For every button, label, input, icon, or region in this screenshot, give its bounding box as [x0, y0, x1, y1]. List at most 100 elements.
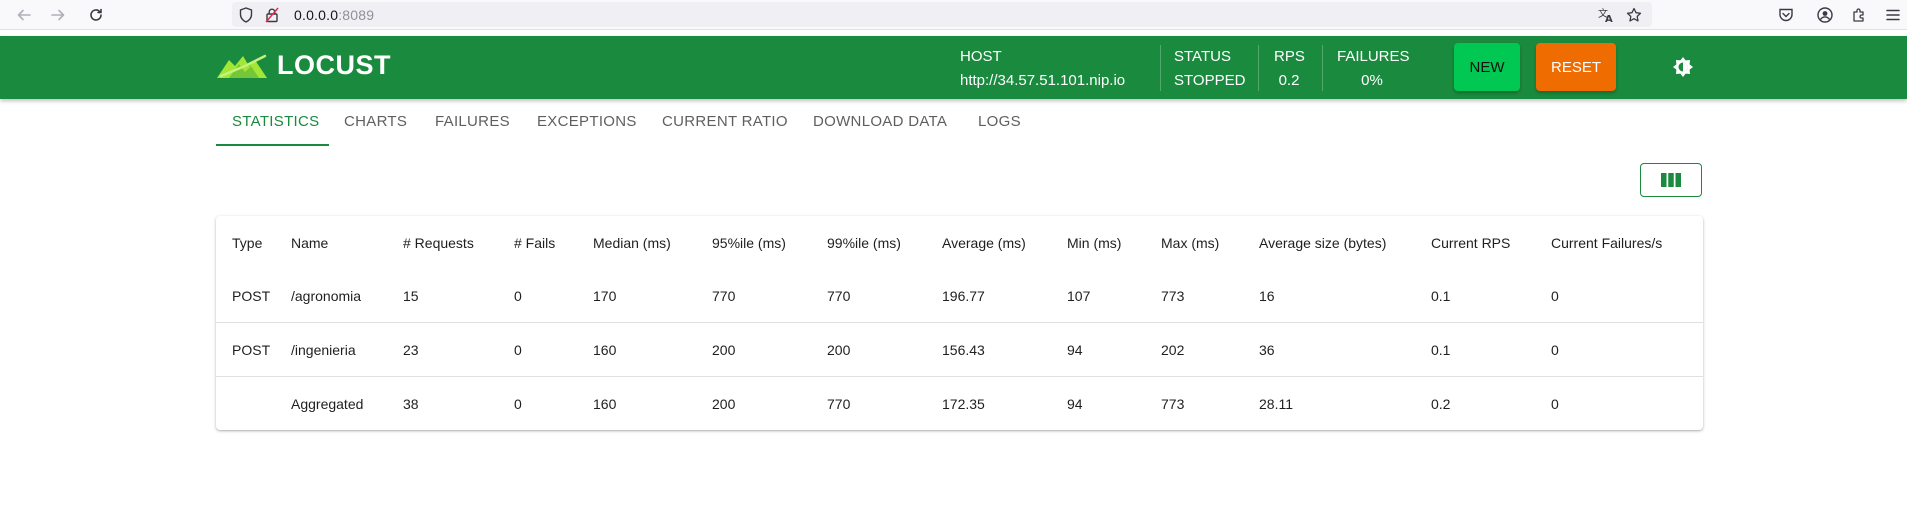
table-cell: 0	[514, 322, 593, 377]
tab-download-data[interactable]: DOWNLOAD DATA	[813, 100, 947, 146]
reload-icon[interactable]	[86, 5, 106, 25]
locust-logo-icon	[217, 54, 267, 78]
extensions-icon[interactable]	[1850, 6, 1868, 24]
table-header-row: Type Name # Requests # Fails Median (ms)…	[216, 216, 1703, 269]
column-selector-button[interactable]	[1640, 163, 1702, 197]
back-icon[interactable]	[14, 5, 34, 25]
table-cell: 200	[712, 376, 827, 430]
table-cell: 160	[593, 376, 712, 430]
svg-text:A: A	[1605, 14, 1613, 23]
logo-text: LOCUST	[277, 50, 391, 80]
table-cell: POST	[232, 287, 271, 304]
forward-icon[interactable]	[48, 5, 68, 25]
host-stat: HOST http://34.57.51.101.nip.io	[960, 45, 1125, 93]
table-cell: 202	[1161, 322, 1259, 377]
column-header[interactable]: Median (ms)	[593, 216, 712, 269]
column-header[interactable]: Average size (bytes)	[1259, 216, 1431, 269]
tab-failures[interactable]: FAILURES	[435, 100, 510, 146]
table-cell: 15	[403, 287, 419, 304]
table-cell: 770	[712, 287, 736, 304]
table-cell: 0.1	[1431, 287, 1451, 304]
header-divider	[1258, 45, 1259, 91]
pocket-icon[interactable]	[1777, 6, 1795, 24]
shield-icon[interactable]	[238, 7, 254, 23]
table-cell	[216, 376, 291, 430]
table-cell: 38	[403, 376, 514, 430]
column-header[interactable]: Max (ms)	[1161, 216, 1259, 269]
status-label: STATUS	[1174, 48, 1231, 65]
table-cell: 0	[1551, 287, 1559, 304]
table-cell: 773	[1161, 376, 1259, 430]
table-cell: 94	[1067, 322, 1161, 377]
locust-logo[interactable]: LOCUST	[215, 50, 391, 81]
column-header[interactable]: Type	[216, 216, 291, 269]
table-cell: 0	[514, 287, 522, 304]
table-cell: 23	[403, 322, 514, 377]
host-value: http://34.57.51.101.nip.io	[960, 72, 1126, 89]
table-cell: 200	[712, 322, 827, 377]
failures-stat: FAILURES 0%	[1337, 45, 1410, 93]
table-row-aggregated: Aggregated 38 0 160 200 770 172.35 94 77…	[216, 376, 1703, 430]
column-header[interactable]: # Fails	[514, 216, 593, 269]
column-header[interactable]: Current RPS	[1431, 216, 1551, 269]
table-cell: 773	[1161, 287, 1185, 304]
status-value: STOPPED	[1174, 72, 1246, 89]
table-cell: 16	[1259, 287, 1275, 304]
new-button[interactable]: NEW	[1454, 43, 1520, 91]
table-cell: 172.35	[942, 376, 1067, 430]
table-row: POST /agronomia 15 0 170 770 770 196.77 …	[216, 269, 1703, 323]
table-cell: 200	[827, 322, 942, 377]
column-header[interactable]: Min (ms)	[1067, 216, 1161, 269]
table-cell: 160	[593, 322, 712, 377]
rps-label: RPS	[1274, 48, 1305, 65]
table-cell: 770	[827, 376, 942, 430]
url-text[interactable]: 0.0.0.0:8089	[294, 7, 374, 23]
view-column-icon	[1661, 173, 1681, 187]
table-row: POST /ingenieria 23 0 160 200 200 156.43…	[216, 322, 1703, 377]
table-cell: 36	[1259, 322, 1431, 377]
bookmark-star-icon[interactable]	[1626, 7, 1642, 23]
table-cell: 770	[827, 287, 851, 304]
header-divider	[1160, 45, 1161, 91]
column-header[interactable]: Current Failures/s	[1551, 216, 1703, 269]
host-label: HOST	[960, 48, 1002, 65]
tab-logs[interactable]: LOGS	[978, 100, 1021, 146]
column-header[interactable]: Average (ms)	[942, 216, 1067, 269]
tab-statistics[interactable]: STATISTICS	[232, 100, 319, 146]
column-header[interactable]: Name	[291, 216, 403, 269]
table-cell: /ingenieria	[291, 322, 403, 377]
failures-label: FAILURES	[1337, 48, 1410, 65]
tab-current-ratio[interactable]: CURRENT RATIO	[662, 100, 788, 146]
table-cell: 94	[1067, 376, 1161, 430]
tab-charts[interactable]: CHARTS	[344, 100, 407, 146]
table-cell: 0.2	[1431, 376, 1551, 430]
translate-icon[interactable]: 文A	[1598, 7, 1614, 23]
header-divider	[1322, 45, 1323, 91]
status-stat: STATUS STOPPED	[1174, 45, 1245, 93]
account-icon[interactable]	[1816, 6, 1834, 24]
table-cell: 0.1	[1431, 322, 1551, 377]
table-cell: /agronomia	[291, 287, 362, 304]
menu-icon[interactable]	[1884, 6, 1902, 24]
table-cell: 0	[1551, 376, 1703, 430]
reset-button[interactable]: RESET	[1536, 43, 1616, 91]
theme-toggle-icon[interactable]	[1670, 54, 1696, 80]
table-cell: 156.43	[942, 322, 1067, 377]
table-cell: 0	[1551, 322, 1703, 377]
table-cell: POST	[216, 322, 291, 377]
table-cell: Aggregated	[291, 376, 403, 430]
column-header[interactable]: 99%ile (ms)	[827, 216, 942, 269]
tab-exceptions[interactable]: EXCEPTIONS	[537, 100, 637, 146]
rps-value: 0.2	[1278, 72, 1300, 89]
column-header[interactable]: 95%ile (ms)	[712, 216, 827, 269]
column-header[interactable]: # Requests	[403, 216, 514, 269]
app-header: LOCUST HOST http://34.57.51.101.nip.io S…	[0, 36, 1907, 99]
insecure-lock-icon[interactable]	[264, 7, 280, 23]
table-cell: 196.77	[942, 287, 985, 304]
active-tab-indicator	[216, 144, 329, 146]
table-cell: 0	[514, 376, 593, 430]
rps-stat: RPS 0.2	[1274, 45, 1305, 93]
table-cell: 170	[593, 287, 617, 304]
address-bar[interactable]: 0.0.0.0:8089 文A	[232, 2, 1652, 27]
browser-toolbar: 0.0.0.0:8089 文A	[0, 0, 1907, 30]
